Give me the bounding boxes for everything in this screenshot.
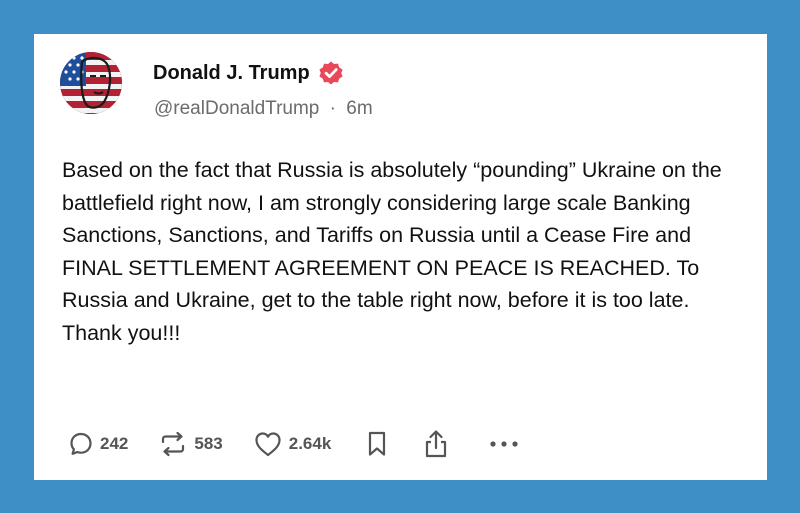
share-icon [423,429,449,459]
author-handle[interactable]: @realDonaldTrump [154,98,319,119]
post-timestamp[interactable]: 6m [346,98,372,119]
action-bar: 242 583 2.64k [68,429,519,459]
handle-row: @realDonaldTrump · 6m [154,98,373,120]
author-row: Donald J. Trump [153,60,344,86]
repost-icon [158,431,188,457]
more-icon [489,439,519,449]
meta-separator: · [329,98,336,119]
avatar[interactable] [60,52,122,114]
reply-count: 242 [100,434,129,453]
more-options-button[interactable] [489,439,519,449]
post-text: Based on the fact that Russia is absolut… [62,158,722,345]
heart-icon [253,430,283,458]
reply-icon [68,431,94,457]
repost-count: 583 [194,434,223,453]
bookmark-icon [365,430,389,458]
post-card: Donald J. Trump @realDonaldTrump · 6m Ba… [34,34,767,480]
share-button[interactable] [423,429,449,459]
verified-badge-icon [318,60,344,86]
author-name[interactable]: Donald J. Trump [153,62,310,85]
repost-button[interactable]: 583 [158,431,223,457]
bookmark-button[interactable] [365,430,389,458]
reply-button[interactable]: 242 [68,431,128,457]
like-count: 2.64k [288,434,332,453]
like-button[interactable]: 2.64k [253,430,332,458]
